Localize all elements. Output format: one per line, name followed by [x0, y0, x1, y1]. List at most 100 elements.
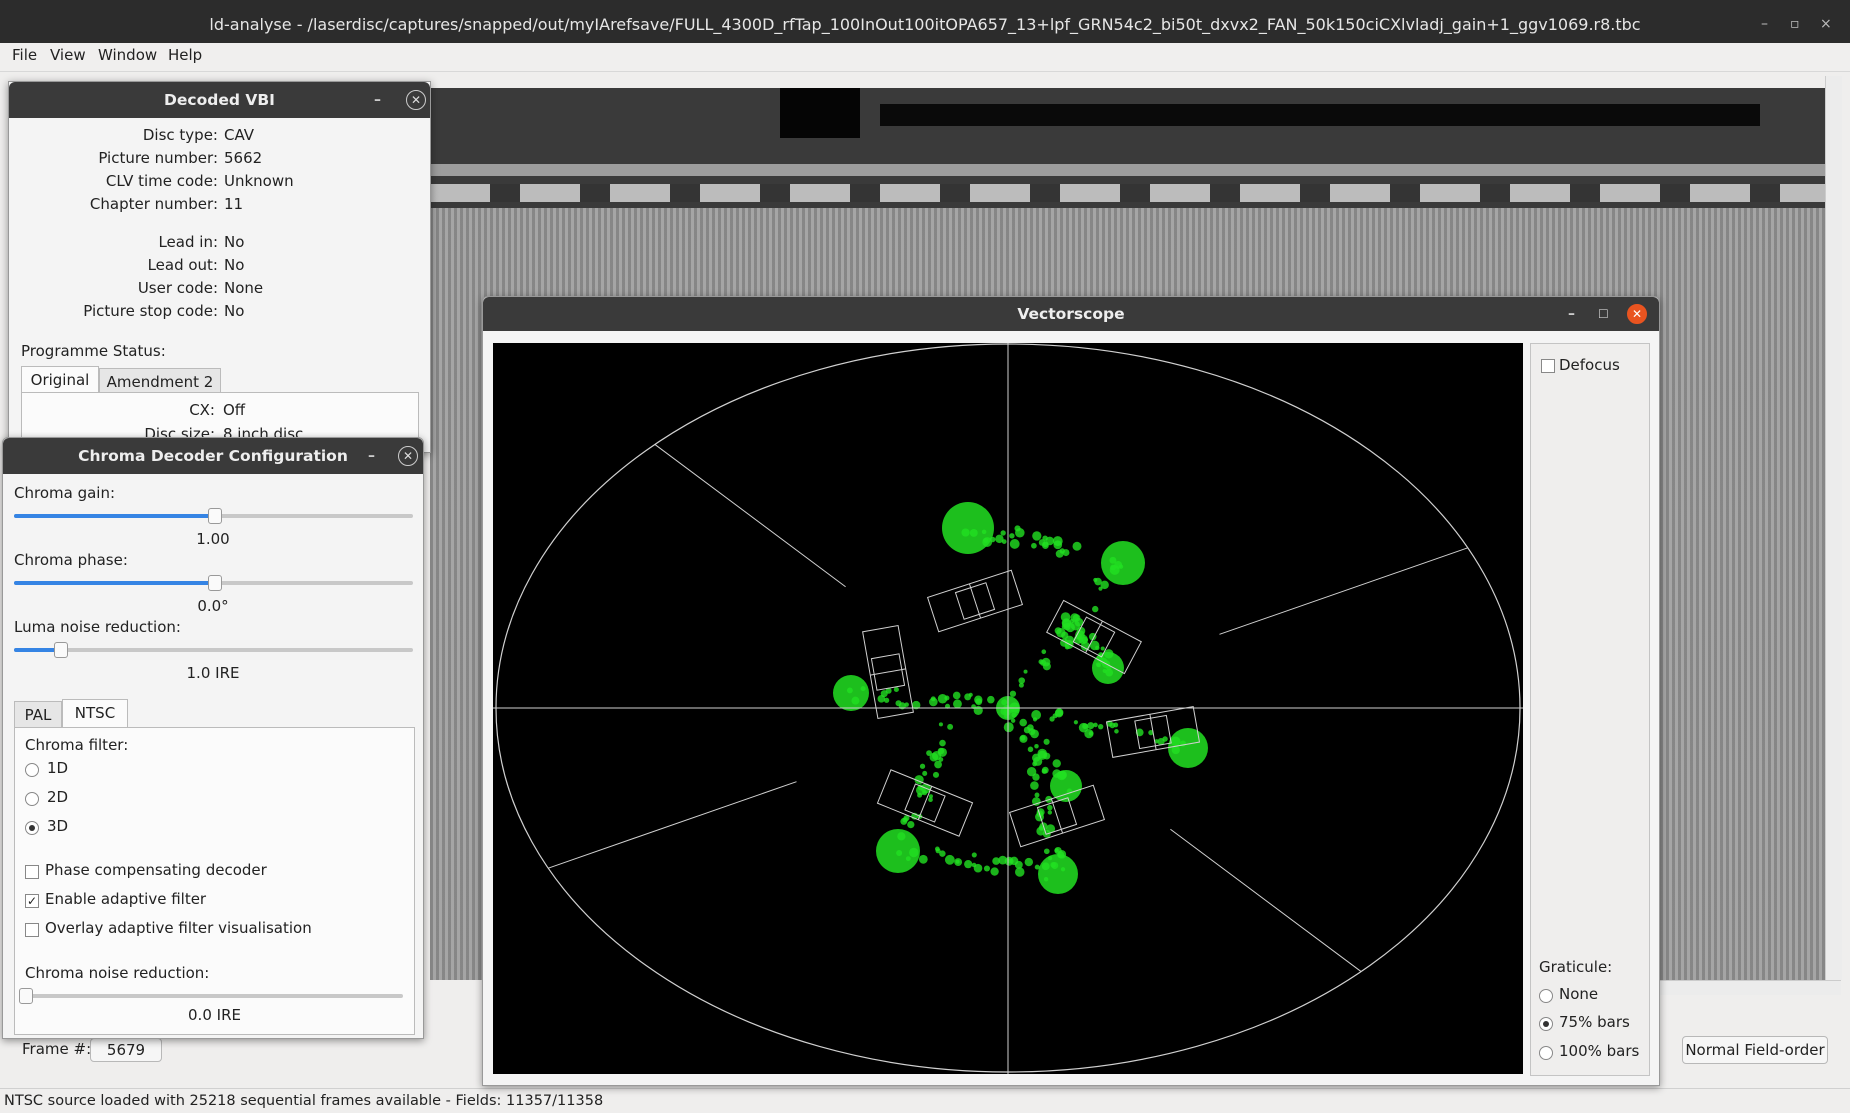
window-maximize-button[interactable]: ▫ [1790, 0, 1800, 49]
graticule-100-radio[interactable] [1539, 1046, 1553, 1060]
cx-value: Off [223, 401, 246, 419]
trace-dot [981, 529, 987, 535]
filter-3d-label[interactable]: 3D [47, 817, 68, 835]
trace-dot [989, 536, 996, 543]
vbi-label: Chapter number: [89, 195, 218, 213]
trace-dot [1095, 645, 1100, 651]
overlay-checkbox[interactable] [25, 923, 39, 937]
trace-dot [922, 790, 928, 796]
tab-original[interactable]: Original [21, 366, 99, 393]
decoded-vbi-close-icon[interactable]: ✕ [406, 90, 426, 110]
chroma-decoder-minimize-icon[interactable]: – [368, 438, 375, 474]
trace-dot [983, 537, 989, 543]
vectorscope-maximize-icon[interactable]: ☐ [1598, 297, 1609, 331]
defocus-checkbox[interactable] [1541, 359, 1555, 373]
filter-1d-label[interactable]: 1D [47, 759, 68, 777]
graticule-diagonal [548, 781, 797, 869]
chroma-noise-handle[interactable] [19, 988, 33, 1004]
vectorscope-minimize-icon[interactable]: – [1568, 297, 1575, 331]
trace-dot [1055, 549, 1064, 558]
vectorscope-graph [493, 343, 1523, 1074]
trace-dot [851, 696, 860, 705]
chroma-decoder-header[interactable]: Chroma Decoder Configuration – ✕ [3, 438, 423, 474]
graticule-75-label[interactable]: 75% bars [1559, 1013, 1630, 1031]
trace-dot [992, 857, 1000, 865]
vbi-value: Unknown [224, 172, 294, 190]
trace-dot [1092, 605, 1099, 613]
chroma-phase-value: 0.0° [197, 597, 229, 615]
chroma-noise-slider[interactable] [19, 988, 403, 1004]
field-order-button[interactable]: Normal Field-order [1682, 1036, 1828, 1064]
trace-dot [932, 751, 942, 761]
chroma-phase-handle[interactable] [207, 575, 222, 591]
trace-dot [1043, 738, 1050, 745]
chroma-filter-label: Chroma filter: [25, 736, 129, 754]
trace-dot [1118, 564, 1124, 569]
vbi-label: Lead out: [147, 256, 218, 274]
vectorscope-header[interactable]: Vectorscope – ☐ ✕ [483, 297, 1659, 331]
trace-dot [1031, 542, 1037, 549]
decoded-vbi-minimize-icon[interactable]: – [374, 82, 381, 118]
status-bar: NTSC source loaded with 25218 sequential… [0, 1088, 1850, 1113]
phase-comp-checkbox[interactable] [25, 865, 39, 879]
graticule-100-label[interactable]: 100% bars [1559, 1042, 1639, 1060]
vbi-value: None [224, 279, 264, 297]
trace-dot [953, 699, 962, 709]
video-vertical-scrollbar[interactable] [1825, 76, 1842, 980]
trace-dot [1162, 736, 1168, 742]
trace-dot [990, 867, 999, 876]
defocus-label[interactable]: Defocus [1559, 356, 1620, 374]
chroma-phase-label: Chroma phase: [14, 551, 128, 569]
trace-dot [860, 686, 866, 692]
trace-dot [1109, 722, 1116, 729]
trace-dot [1170, 736, 1181, 747]
tab-amendment-2[interactable]: Amendment 2 [99, 368, 221, 393]
trace-dot [930, 696, 936, 702]
graticule-75-radio[interactable] [1539, 1017, 1553, 1031]
phase-comp-label[interactable]: Phase compensating decoder [45, 861, 267, 879]
video-horizontal-scrollbar[interactable] [1660, 980, 1841, 995]
vectorscope-options: Defocus Graticule: None 75% bars 100% ba… [1530, 343, 1650, 1076]
vbi-label: Disc type: [142, 126, 218, 144]
adaptive-filter-label[interactable]: Enable adaptive filter [45, 890, 206, 908]
chroma-noise-label: Chroma noise reduction: [25, 964, 210, 982]
menu-view[interactable]: View [50, 46, 86, 64]
trace-blob [1101, 541, 1145, 585]
chroma-gain-handle[interactable] [207, 508, 222, 524]
graticule-none-radio[interactable] [1539, 989, 1553, 1003]
adaptive-filter-checkbox[interactable]: ✓ [25, 894, 39, 908]
graticule-target-box [876, 769, 974, 837]
vectorscope-display [493, 343, 1523, 1074]
overlay-label[interactable]: Overlay adaptive filter visualisation [45, 919, 312, 937]
window-minimize-button[interactable]: – [1761, 0, 1768, 49]
vectorscope-graticule [493, 343, 1523, 1074]
filter-1d-radio[interactable] [25, 763, 39, 777]
luma-noise-slider[interactable] [14, 642, 413, 658]
luma-noise-handle[interactable] [53, 642, 68, 658]
chroma-decoder-close-icon[interactable]: ✕ [398, 446, 418, 466]
filter-2d-radio[interactable] [25, 792, 39, 806]
vectorscope-close-icon[interactable]: ✕ [1627, 304, 1647, 324]
menu-file[interactable]: File [12, 46, 37, 64]
graticule-none-label[interactable]: None [1559, 985, 1598, 1003]
menu-window[interactable]: Window [98, 46, 157, 64]
decoded-vbi-header[interactable]: Decoded VBI – ✕ [9, 82, 430, 118]
chroma-phase-slider[interactable] [14, 575, 413, 591]
trace-dot [1001, 699, 1008, 706]
chroma-gain-slider[interactable] [14, 508, 413, 524]
frame-number-input[interactable]: 5679 [90, 1038, 162, 1062]
vbi-value: CAV [224, 126, 255, 144]
trace-dot [1043, 752, 1051, 760]
trace-dot [1030, 781, 1039, 790]
window-close-button[interactable]: × [1820, 0, 1832, 49]
tab-pal[interactable]: PAL [14, 701, 62, 728]
trace-dot [1061, 631, 1069, 640]
trace-dot [1027, 746, 1034, 753]
menu-help[interactable]: Help [168, 46, 202, 64]
trace-dot [1030, 729, 1039, 739]
trace-dot [944, 854, 955, 865]
filter-3d-radio[interactable] [25, 821, 39, 835]
trace-dot [1084, 728, 1094, 739]
filter-2d-label[interactable]: 2D [47, 788, 68, 806]
tab-ntsc[interactable]: NTSC [62, 699, 128, 728]
